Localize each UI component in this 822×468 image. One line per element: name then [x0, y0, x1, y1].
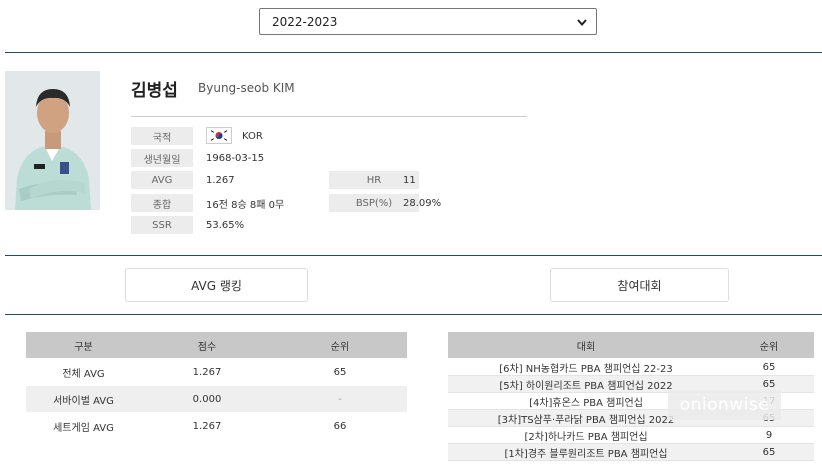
tournament-name: [1차]경주 블루원리조트 PBA 챔피언십	[504, 449, 668, 460]
avg-table-header-score: 점수	[197, 341, 217, 353]
avg-table-header-type: 구분	[74, 341, 93, 353]
row-score: 1.267	[192, 420, 222, 432]
season-select-value: 2022-2023	[272, 14, 338, 29]
tournament-table-header-name: 대회	[576, 341, 596, 353]
tournament-name: [2차]하나카드 PBA 챔피언십	[524, 432, 648, 443]
player-photo	[5, 71, 100, 210]
tournament-rank: 9	[765, 430, 773, 441]
korea-flag-icon	[206, 127, 232, 144]
nationality-value: KOR	[242, 130, 263, 142]
divider	[5, 255, 822, 256]
row-rank: 65	[333, 366, 347, 378]
avg-ranking-button[interactable]: AVG 랭킹	[125, 268, 308, 302]
avg-value: 1.267	[206, 174, 235, 186]
avg-label: AVG	[131, 171, 193, 189]
tournament-name: [6차] NH농협카드 PBA 챔피언십 22-23	[499, 364, 673, 375]
avg-table-header-rank: 순위	[330, 341, 350, 353]
tournament-table-header-rank: 순위	[759, 341, 779, 353]
birth-label: 생년월일	[131, 149, 193, 167]
player-name-ko: 김병섭	[131, 81, 178, 101]
table-row[interactable]: [2차]하나카드 PBA 챔피언십 9	[448, 427, 814, 444]
row-rank: 66	[333, 420, 347, 432]
player-name-en: Byung-seob KIM	[198, 81, 295, 95]
chevron-down-icon	[577, 19, 587, 27]
table-row: 서바이벌 AVG 0.000 -	[26, 386, 407, 412]
record-value: 16전 8승 8패 0무	[206, 199, 285, 211]
table-row[interactable]: [6차] NH농협카드 PBA 챔피언십 22-23 65	[448, 359, 814, 376]
row-type: 전체 AVG	[62, 368, 105, 380]
row-rank: -	[338, 393, 342, 405]
tournament-table-header: 대회 순위	[448, 332, 814, 358]
ssr-label: SSR	[131, 216, 193, 234]
watermark: onionwise	[668, 390, 781, 420]
avg-table-header: 구분 점수 순위	[26, 332, 407, 358]
row-type: 세트게임 AVG	[53, 422, 114, 434]
row-type: 서바이벌 AVG	[53, 395, 114, 407]
nationality-label: 국적	[131, 127, 193, 145]
hr-value: 11	[403, 174, 416, 186]
table-row: 전체 AVG 1.267 65	[26, 359, 407, 385]
tournaments-button[interactable]: 참여대회	[550, 268, 729, 302]
bsp-value: 28.09%	[403, 197, 442, 209]
season-select[interactable]: 2022-2023	[259, 8, 597, 35]
tournament-rank: 65	[762, 362, 776, 373]
table-row[interactable]: [1차]경주 블루원리조트 PBA 챔피언십 65	[448, 444, 814, 461]
row-score: 1.267	[192, 366, 222, 378]
ssr-value: 53.65%	[206, 219, 245, 231]
row-score: 0.000	[192, 393, 222, 405]
record-label: 종합	[131, 194, 193, 212]
birth-value: 1968-03-15	[206, 152, 265, 164]
name-divider	[131, 116, 527, 117]
divider	[5, 314, 822, 315]
table-row: 세트게임 AVG 1.267 66	[26, 413, 407, 439]
divider	[5, 52, 822, 53]
tournament-rank: 65	[762, 447, 776, 458]
